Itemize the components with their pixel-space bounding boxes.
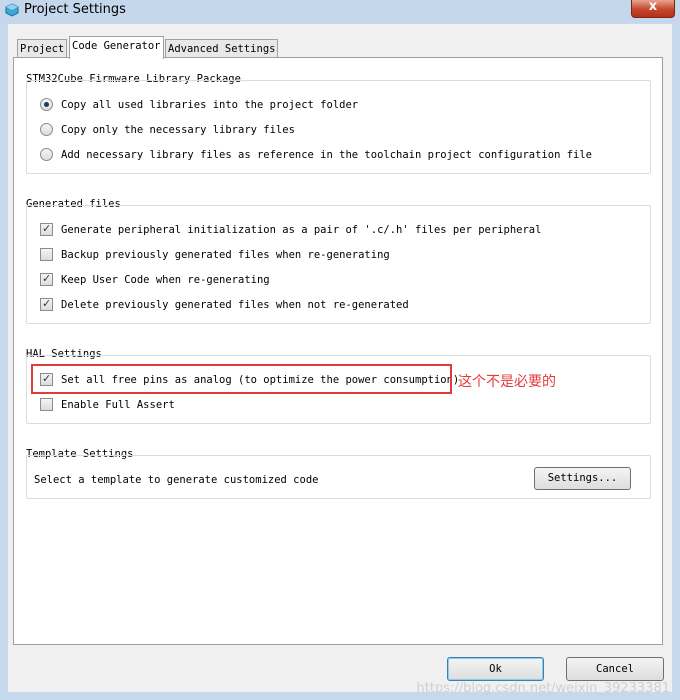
dialog-client: Project Code Generator Advanced Settings… xyxy=(8,24,672,692)
template-description: Select a template to generate customized… xyxy=(34,474,319,486)
template-settings-button[interactable]: Settings... xyxy=(534,467,631,490)
radio-button[interactable] xyxy=(40,123,53,136)
radio-button[interactable] xyxy=(40,148,53,161)
checkbox[interactable]: ✓ xyxy=(40,222,53,236)
window-title: Project Settings xyxy=(24,2,126,17)
tab-project[interactable]: Project xyxy=(17,39,68,58)
title-bar: Project Settings x xyxy=(0,0,680,22)
watermark: https://blog.csdn.net/weixin_39233381 xyxy=(416,681,670,696)
project-settings-window: Project Settings x Project Code Generato… xyxy=(0,0,680,700)
radio-button[interactable] xyxy=(40,98,53,111)
code-generator-panel: STM32Cube Firmware Library Package Copy … xyxy=(13,57,663,645)
tab-advanced-settings[interactable]: Advanced Settings xyxy=(165,39,279,58)
annotation-highlight-box xyxy=(31,364,452,394)
annotation-note: 这个不是必要的 xyxy=(458,374,556,390)
check-icon: ✓ xyxy=(42,222,52,235)
cube-icon xyxy=(5,3,19,17)
ok-button[interactable]: Ok xyxy=(447,657,544,681)
tab-code-generator[interactable]: Code Generator xyxy=(69,36,164,59)
radio-selected-dot xyxy=(44,102,49,107)
check-icon: ✓ xyxy=(42,272,52,285)
close-icon: x xyxy=(648,0,658,14)
checkbox[interactable] xyxy=(40,248,53,261)
close-button[interactable]: x xyxy=(631,0,675,18)
check-icon: ✓ xyxy=(42,297,52,310)
checkbox[interactable] xyxy=(40,398,53,411)
checkbox[interactable]: ✓ xyxy=(40,297,53,311)
checkbox[interactable]: ✓ xyxy=(40,272,53,286)
cancel-button[interactable]: Cancel xyxy=(566,657,664,681)
